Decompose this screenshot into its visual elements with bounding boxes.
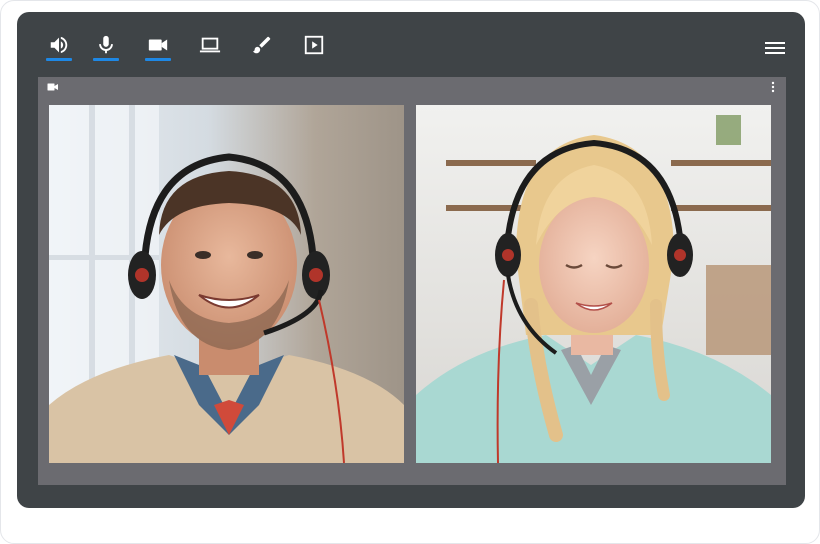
laptop-screen-share-icon xyxy=(199,37,221,53)
microphone-icon xyxy=(99,35,113,54)
video-camera-icon xyxy=(47,83,58,91)
outer-card xyxy=(0,0,820,544)
volume-button[interactable] xyxy=(45,34,73,64)
participant-video-man[interactable] xyxy=(49,105,404,463)
camera-button[interactable] xyxy=(144,34,172,64)
active-indicator xyxy=(46,58,72,61)
microphone-button[interactable] xyxy=(92,34,120,64)
active-indicator xyxy=(93,58,119,61)
video-call-window xyxy=(17,12,805,508)
participant-video-girl[interactable] xyxy=(416,105,771,463)
menu-button[interactable] xyxy=(765,40,787,58)
vertical-dots-icon[interactable] xyxy=(769,81,777,93)
video-camera-icon xyxy=(148,39,168,51)
video-stage xyxy=(38,77,786,485)
volume-icon xyxy=(50,36,68,54)
paintbrush-icon xyxy=(252,36,271,54)
play-box-icon xyxy=(304,35,324,55)
video-feed-girl xyxy=(416,105,771,463)
video-feed-man xyxy=(49,105,404,463)
active-indicator xyxy=(145,58,171,61)
toolbar xyxy=(17,12,805,74)
hamburger-menu-icon xyxy=(765,42,785,54)
media-button[interactable] xyxy=(300,34,328,64)
whiteboard-button[interactable] xyxy=(248,34,276,64)
screen-share-button[interactable] xyxy=(196,34,224,64)
